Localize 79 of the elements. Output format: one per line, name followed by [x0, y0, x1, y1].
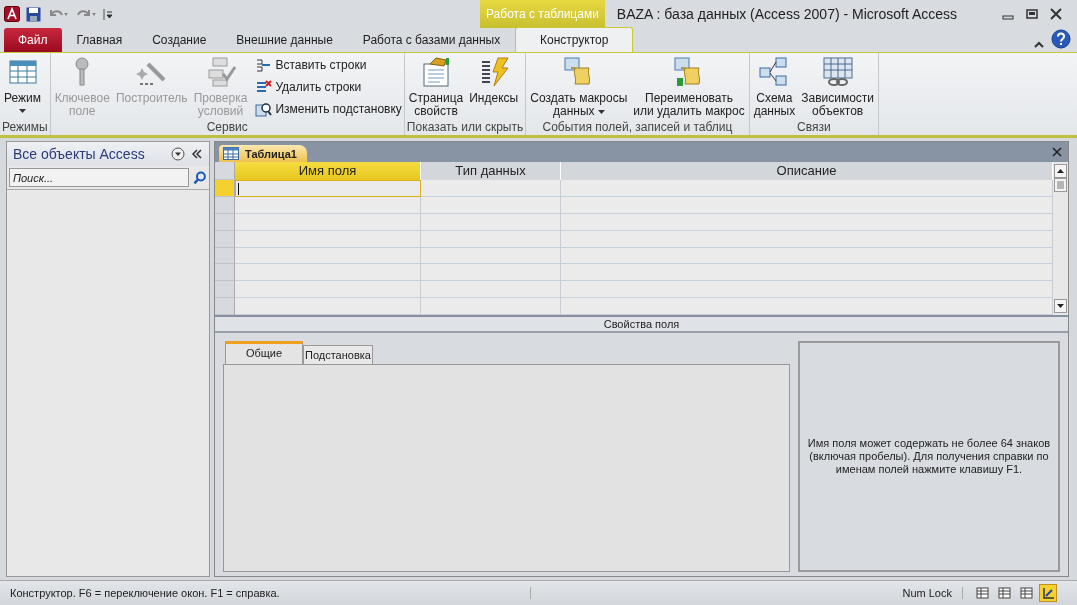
- pivot-table-icon: [997, 587, 1011, 599]
- ribbon-tab[interactable]: Внешние данные: [221, 27, 348, 52]
- table-cell[interactable]: [235, 264, 421, 282]
- ribbon-button[interactable]: Индексы: [467, 56, 521, 105]
- pivot-chart-icon: [1019, 587, 1033, 599]
- table-cell[interactable]: [235, 281, 421, 299]
- close-icon[interactable]: [1052, 147, 1062, 157]
- ribbon-button[interactable]: Создать макросы данных: [528, 56, 630, 118]
- search-field[interactable]: Поиск...: [9, 168, 190, 187]
- ribbon-tab[interactable]: Работа с базами данных: [347, 27, 516, 52]
- ribbon-button[interactable]: Удалить строки: [255, 78, 402, 95]
- table-cell[interactable]: [561, 298, 1053, 315]
- ribbon-tab[interactable]: Главная: [61, 27, 138, 52]
- column-header[interactable]: Имя поля: [235, 162, 421, 180]
- table-cell[interactable]: [561, 264, 1053, 282]
- view-button[interactable]: [1017, 584, 1035, 602]
- row-selector[interactable]: [215, 298, 235, 315]
- ribbon-group-label: События полей, записей и таблиц: [541, 121, 734, 135]
- ribbon-button[interactable]: Изменить подстановку: [255, 100, 402, 117]
- customize-toolbar-icon[interactable]: [103, 7, 113, 21]
- dropdown-icon[interactable]: [171, 147, 185, 161]
- ribbon-group-label: Связи: [796, 121, 832, 135]
- help-icon[interactable]: [1051, 29, 1071, 49]
- table-cell[interactable]: [561, 180, 1053, 197]
- delete-rows-icon: [255, 78, 273, 95]
- table-cell[interactable]: [421, 264, 561, 282]
- restore-icon[interactable]: [1025, 7, 1039, 21]
- properties-tab[interactable]: Подстановка: [303, 345, 373, 364]
- table-cell[interactable]: [421, 298, 561, 315]
- collapse-pane-icon[interactable]: [191, 148, 203, 160]
- view-button[interactable]: [973, 584, 991, 602]
- row-selector[interactable]: [215, 180, 235, 197]
- ribbon-button[interactable]: Режим: [2, 56, 43, 113]
- help-text: Имя поля может содержать не более 64 знаков (включая пробелы). Для получения справки по именам полей нажмите клавишу F1.: [806, 437, 1052, 476]
- table-cell[interactable]: [421, 180, 561, 197]
- ribbon-group-label: Показать или скрыть: [406, 121, 524, 135]
- select-all-cell[interactable]: [215, 162, 235, 180]
- table-cell[interactable]: [421, 281, 561, 299]
- section-title: Свойства поля: [215, 315, 1068, 331]
- status-text: Конструктор. F6 = переключение окон. F1 = справка.: [10, 587, 531, 599]
- view-button[interactable]: [1039, 584, 1057, 602]
- ribbon-button[interactable]: Вставить строки: [255, 56, 402, 73]
- window-title: BAZA : база данных (Access 2007) - Microsoft Access: [615, 6, 959, 22]
- dependency-icon: [821, 56, 854, 88]
- column-header[interactable]: Тип данных: [421, 162, 561, 180]
- scroll-down-icon[interactable]: [1054, 299, 1067, 313]
- ribbon-button[interactable]: Зависимости объектов: [799, 56, 877, 118]
- file-tab[interactable]: Файл: [4, 28, 62, 52]
- vertical-scrollbar[interactable]: [1053, 162, 1068, 315]
- collapse-ribbon-icon[interactable]: [1033, 39, 1045, 49]
- context-tab-group-label: Работа с таблицами: [480, 0, 605, 28]
- num-lock-indicator: Num Lock: [902, 587, 963, 599]
- close-icon[interactable]: [1049, 7, 1063, 21]
- scroll-up-icon[interactable]: [1054, 164, 1067, 178]
- lookup-icon: [255, 100, 273, 117]
- document-tab[interactable]: Таблица1: [219, 145, 307, 162]
- table-cell[interactable]: [235, 180, 421, 197]
- row-selector[interactable]: [215, 264, 235, 282]
- datasheet-view-icon: [975, 587, 989, 599]
- view-button[interactable]: [995, 584, 1013, 602]
- row-selector[interactable]: [215, 281, 235, 299]
- column-header[interactable]: Описание: [561, 162, 1053, 180]
- ribbon-group-label: Сервис: [205, 121, 249, 135]
- design-view-icon: [1041, 587, 1055, 599]
- ribbon-group-label: Режимы: [2, 121, 48, 135]
- scroll-thumb-icon[interactable]: [1054, 178, 1067, 192]
- access-logo-icon[interactable]: [4, 6, 20, 22]
- properties-tab[interactable]: Общие: [225, 341, 303, 364]
- ribbon-tab[interactable]: Конструктор: [515, 27, 634, 52]
- table-icon: [223, 147, 239, 160]
- ribbon-button[interactable]: Страница свойств: [406, 56, 466, 118]
- insert-rows-icon: [255, 56, 273, 73]
- ribbon-button[interactable]: Схема данных: [751, 56, 798, 118]
- ribbon-tab[interactable]: Создание: [137, 27, 222, 52]
- ribbon-button[interactable]: Переименовать или удалить макрос: [631, 56, 747, 118]
- save-icon[interactable]: [26, 6, 41, 22]
- search-icon[interactable]: [193, 170, 207, 185]
- table-cell[interactable]: [561, 281, 1053, 299]
- table-cell[interactable]: [235, 298, 421, 315]
